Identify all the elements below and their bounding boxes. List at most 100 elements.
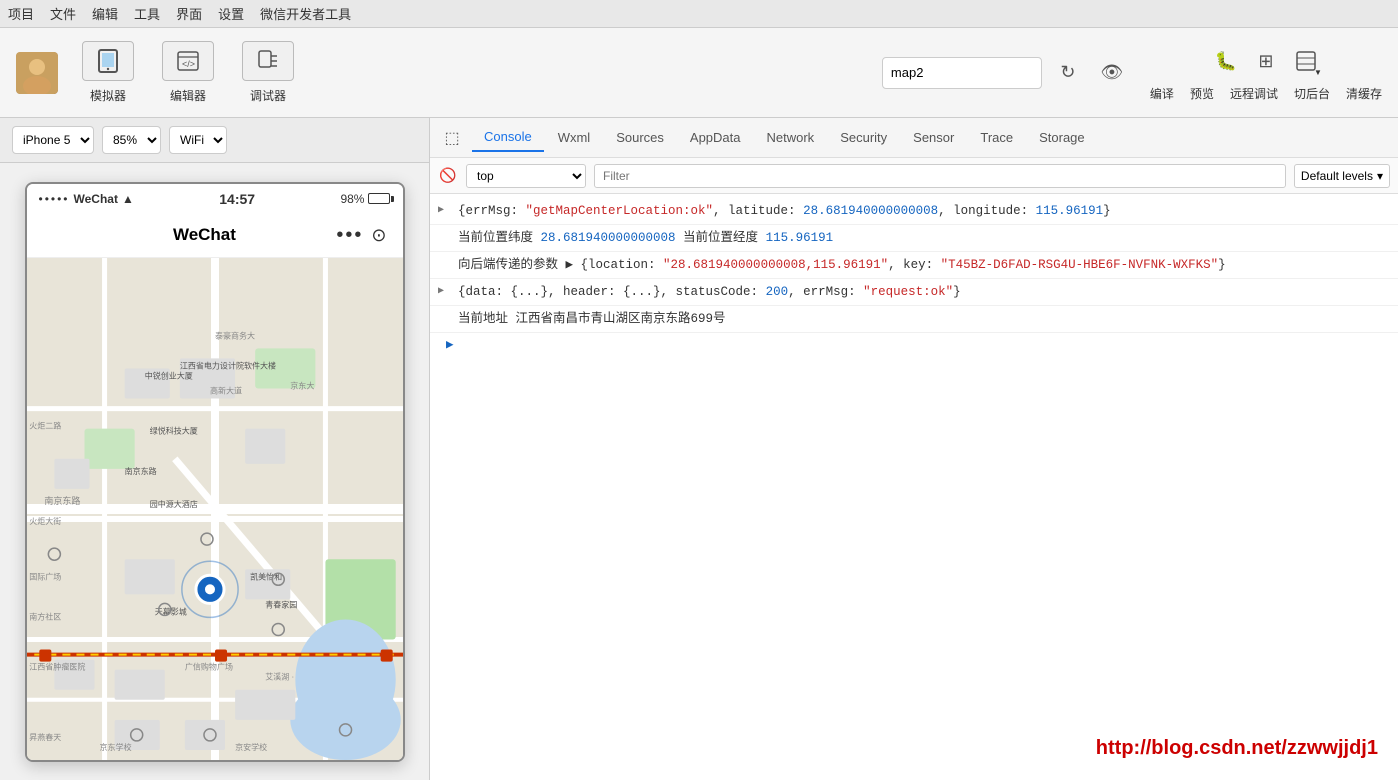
svg-text:火炬大街: 火炬大街	[29, 516, 61, 526]
svg-text:高新大道: 高新大道	[209, 385, 241, 395]
menu-item-tool[interactable]: 工具	[134, 4, 160, 23]
right-toolbar: 🐛 ⊞ ▼ 编译 预览 远程调试 切后台 清缓存	[1150, 43, 1382, 102]
console-prompt: ▶	[430, 333, 1398, 355]
console-line: 当前位置纬度 28.681940000000008 当前位置经度 115.961…	[430, 225, 1398, 252]
phone-app-title: WeChat	[173, 225, 236, 245]
status-battery: 98%	[340, 192, 390, 206]
svg-text:广信购物广场: 广信购物广场	[184, 661, 232, 671]
debugger-tool: 调试器	[238, 41, 298, 104]
preview-icon-button[interactable]: 👁	[1094, 55, 1130, 91]
svg-text:园中源大酒店: 园中源大酒店	[149, 498, 197, 508]
phone-app-header: WeChat ••• ⊙	[27, 214, 403, 258]
console-line: 向后端传递的参数 ▶ {location: "28.68194000000000…	[430, 252, 1398, 279]
status-time: 14:57	[219, 191, 255, 207]
phone-container: ••••• WeChat ▲ 14:57 98% WeChat	[0, 163, 429, 780]
svg-text:南方社区: 南方社区	[29, 611, 61, 621]
devtools-inspect-icon[interactable]: ⬚	[438, 124, 466, 152]
console-text-3: 向后端传递的参数 ▶ {location: "28.68194000000000…	[458, 255, 1226, 275]
tab-appdata[interactable]: AppData	[678, 124, 753, 151]
network-select[interactable]: WiFi	[169, 126, 227, 154]
prompt-arrow-icon: ▶	[446, 336, 454, 352]
console-line: ▶ {errMsg: "getMapCenterLocation:ok", la…	[430, 198, 1398, 225]
bug-button[interactable]: 🐛	[1208, 43, 1244, 79]
menu-item-settings[interactable]: 设置	[218, 4, 244, 23]
svg-text:火炬二路: 火炬二路	[29, 420, 61, 430]
toolbar: 模拟器 </> 编辑器 调试器 ↻ 👁 🐛	[0, 28, 1398, 118]
tab-network[interactable]: Network	[755, 124, 827, 151]
clean-label: 清缓存	[1346, 85, 1382, 102]
svg-text:青春家园: 青春家园	[265, 599, 297, 609]
battery-icon	[368, 193, 390, 204]
phone-map[interactable]: 南京东路 江西省肿瘤医院 广信购物广场 南方社区 昇燕春天 京东学校 京安学校 …	[27, 258, 403, 760]
console-clear-button[interactable]: 🚫	[438, 166, 458, 186]
simulator-button[interactable]	[82, 41, 134, 81]
console-line: 当前地址 江西省南昌市青山湖区南京东路699号	[430, 306, 1398, 333]
battery-pct: 98%	[340, 192, 364, 206]
svg-text:昇燕春天: 昇燕春天	[29, 731, 61, 741]
tab-wxml[interactable]: Wxml	[546, 124, 603, 151]
menu-item-edit[interactable]: 编辑	[92, 4, 118, 23]
phone-record-icon[interactable]: ⊙	[371, 225, 386, 246]
default-levels-label: Default levels	[1301, 169, 1373, 183]
cut-back-label: 切后台	[1294, 85, 1330, 102]
tab-sources[interactable]: Sources	[604, 124, 676, 151]
preview-label: 预览	[1190, 85, 1214, 102]
console-toolbar: 🚫 top Default levels ▾	[430, 158, 1398, 194]
svg-text:绿悦科技大厦: 绿悦科技大厦	[149, 425, 197, 435]
expand-arrow-1[interactable]: ▶	[438, 203, 444, 219]
refresh-button[interactable]: ↻	[1050, 55, 1086, 91]
menu-item-project[interactable]: 项目	[8, 4, 34, 23]
console-output[interactable]: ▶ {errMsg: "getMapCenterLocation:ok", la…	[430, 194, 1398, 780]
phone-more-icon[interactable]: •••	[336, 224, 363, 247]
compile-label: 编译	[1150, 85, 1174, 102]
main-area: iPhone 5 85% WiFi ••••• WeChat ▲ 14:57 9…	[0, 118, 1398, 780]
console-text-5: 当前地址 江西省南昌市青山湖区南京东路699号	[458, 309, 726, 329]
svg-text:南京东路: 南京东路	[44, 494, 80, 505]
tab-storage[interactable]: Storage	[1027, 124, 1097, 151]
svg-text:泰豪商务大: 泰豪商务大	[215, 330, 255, 340]
tab-console[interactable]: Console	[472, 123, 544, 152]
svg-text:京安学校: 京安学校	[235, 741, 267, 751]
console-line: ▶ {data: {...}, header: {...}, statusCod…	[430, 279, 1398, 306]
devtools-panel: ⬚ Console Wxml Sources AppData Network S…	[430, 118, 1398, 780]
project-selector: ↻ 👁	[882, 55, 1130, 91]
tab-security[interactable]: Security	[828, 124, 899, 151]
svg-text:京东大: 京东大	[290, 380, 314, 390]
chevron-down-icon: ▾	[1377, 169, 1383, 183]
editor-label: 编辑器	[170, 87, 206, 104]
svg-text:江西省电力设计院软件大楼: 江西省电力设计院软件大楼	[179, 360, 275, 370]
menubar: 项目 文件 编辑 工具 界面 设置 微信开发者工具	[0, 0, 1398, 28]
tab-trace[interactable]: Trace	[968, 124, 1025, 151]
simulator-label: 模拟器	[90, 87, 126, 104]
svg-text:</>: </>	[182, 59, 195, 69]
editor-button[interactable]: </>	[162, 41, 214, 81]
console-text-1: {errMsg: "getMapCenterLocation:ok", lati…	[458, 201, 1111, 221]
menu-item-wechat[interactable]: 微信开发者工具	[260, 4, 351, 23]
svg-text:南京东路: 南京东路	[124, 465, 156, 475]
expand-arrow-4[interactable]: ▶	[438, 284, 444, 300]
layers-button[interactable]: ▼	[1288, 43, 1324, 79]
device-select[interactable]: iPhone 5	[12, 126, 94, 154]
zoom-select[interactable]: 85%	[102, 126, 161, 154]
console-context-select[interactable]: top	[466, 164, 586, 188]
layout-button[interactable]: ⊞	[1248, 43, 1284, 79]
svg-text:中锐创业大厦: 中锐创业大厦	[144, 370, 192, 380]
wifi-icon: ▲	[122, 192, 134, 206]
svg-text:国际广场: 国际广场	[29, 571, 61, 581]
console-text-4: {data: {...}, header: {...}, statusCode:…	[458, 282, 961, 302]
svg-text:艾溪湖 ·: 艾溪湖 ·	[265, 671, 294, 681]
devtools-tabs: ⬚ Console Wxml Sources AppData Network S…	[430, 118, 1398, 158]
simulator-panel: iPhone 5 85% WiFi ••••• WeChat ▲ 14:57 9…	[0, 118, 430, 780]
menu-item-interface[interactable]: 界面	[176, 4, 202, 23]
project-name-input[interactable]	[882, 57, 1042, 89]
default-levels-dropdown[interactable]: Default levels ▾	[1294, 164, 1390, 188]
debugger-button[interactable]	[242, 41, 294, 81]
remote-debug-label: 远程调试	[1230, 85, 1278, 102]
svg-text:京东学校: 京东学校	[99, 741, 131, 751]
right-toolbar-icons: 🐛 ⊞ ▼	[1208, 43, 1324, 79]
console-filter-input[interactable]	[594, 164, 1286, 188]
tab-sensor[interactable]: Sensor	[901, 124, 966, 151]
debugger-label: 调试器	[250, 87, 286, 104]
simulator-controls: iPhone 5 85% WiFi	[0, 118, 429, 163]
menu-item-file[interactable]: 文件	[50, 4, 76, 23]
